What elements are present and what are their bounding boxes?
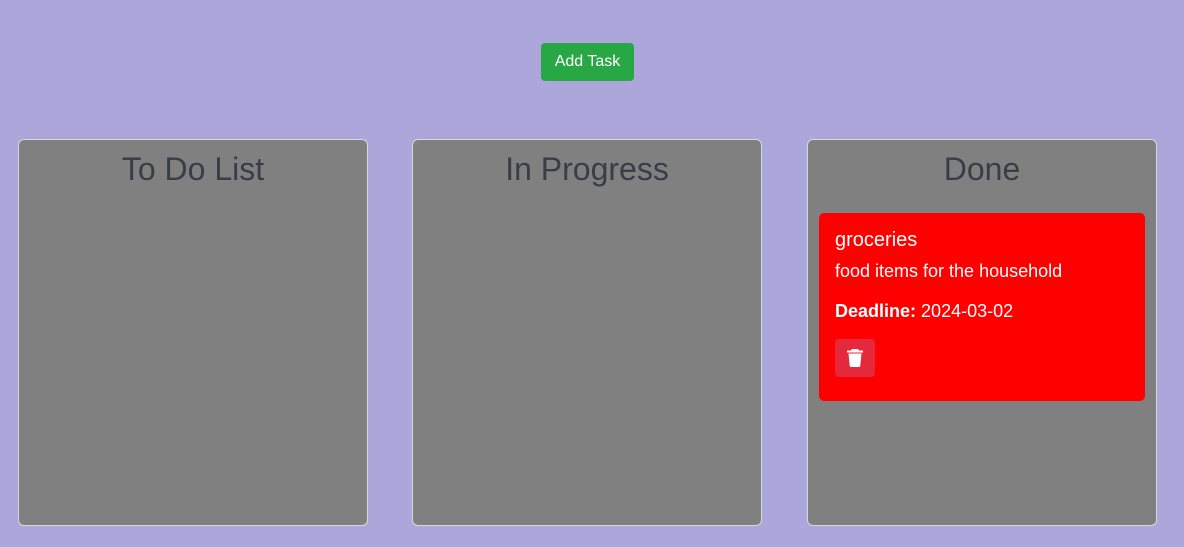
delete-task-button[interactable] (835, 339, 875, 377)
deadline-label: Deadline: (835, 301, 917, 321)
add-task-button[interactable]: Add Task (541, 43, 634, 81)
todo-lane-title: To Do List (121, 151, 265, 187)
task-description: food items for the household (835, 261, 1063, 281)
done-lane-title: Done (943, 151, 1021, 187)
task-card[interactable]: groceries food items for the household D… (819, 213, 1145, 401)
in-progress-lane-title: In Progress (505, 151, 669, 187)
task-deadline: Deadline: 2024-03-02 (835, 299, 1129, 323)
deadline-value: 2024-03-02 (921, 301, 1014, 321)
trash-icon (847, 349, 863, 367)
task-title: groceries (835, 229, 918, 251)
todo-lane[interactable]: To Do List (18, 139, 368, 526)
in-progress-lane[interactable]: In Progress (412, 139, 762, 526)
done-lane[interactable]: Done groceries food items for the househ… (807, 139, 1157, 526)
